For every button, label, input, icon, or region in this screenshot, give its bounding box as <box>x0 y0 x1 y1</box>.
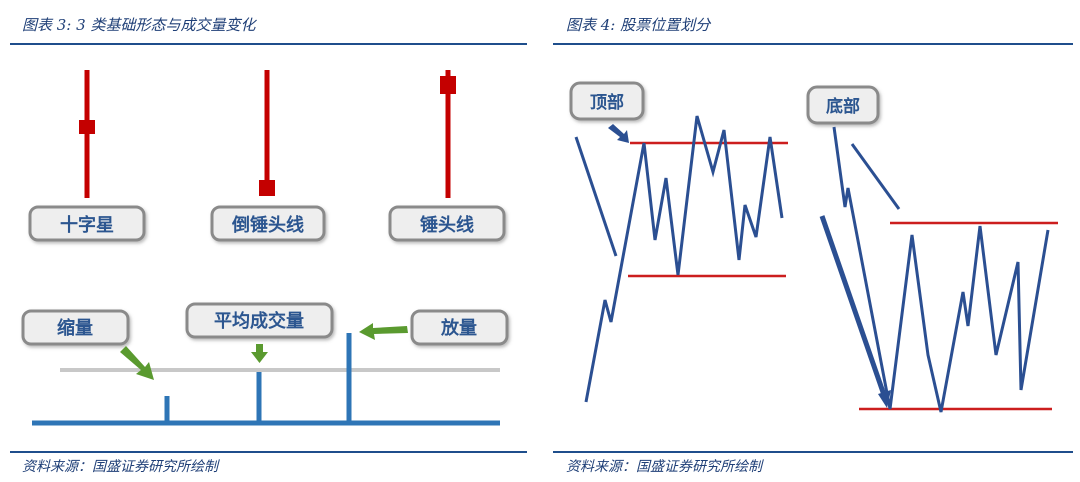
stock-position-diagram: 顶部 底部 <box>569 81 1058 413</box>
left-figure-panel: 图表 3: 3 类基础形态与成交量变化 十字星 倒锤头线 锤头线 缩量 平均成交… <box>0 0 535 482</box>
top-label: 顶部 <box>590 92 624 113</box>
bottom-trend-guide <box>850 143 901 210</box>
inverted-hammer-label: 倒锤头线 <box>231 214 304 236</box>
shrink-volume-label: 缩量 <box>57 317 93 339</box>
bottom-label-box: 底部 <box>806 85 880 125</box>
average-volume-label: 平均成交量 <box>214 310 304 332</box>
left-source-rule <box>10 451 527 453</box>
shrink-arrow <box>120 346 154 380</box>
average-arrow <box>251 344 268 363</box>
inverted-hammer-candle <box>259 70 275 196</box>
hammer-label: 锤头线 <box>420 214 474 236</box>
doji-candle <box>79 70 95 198</box>
top-price-path <box>584 115 784 403</box>
expand-volume-label: 放量 <box>440 317 477 339</box>
right-source-rule <box>553 451 1073 453</box>
candle-volume-diagram: 十字星 倒锤头线 锤头线 缩量 平均成交量 放量 <box>21 70 509 426</box>
shrink-volume-label-box: 缩量 <box>21 309 130 346</box>
bottom-label: 底部 <box>826 96 860 117</box>
average-volume-label-box: 平均成交量 <box>185 302 334 339</box>
inverted-hammer-label-box: 倒锤头线 <box>210 205 326 242</box>
hammer-label-box: 锤头线 <box>388 205 506 242</box>
bottom-decline-arrow-shaft <box>819 215 887 396</box>
expand-volume-label-box: 放量 <box>410 309 509 346</box>
doji-label-box: 十字星 <box>28 205 146 242</box>
bottom-price-path-1 <box>832 126 1050 413</box>
left-source-note: 资料来源：国盛证券研究所绘制 <box>22 459 218 475</box>
right-source-note: 资料来源：国盛证券研究所绘制 <box>566 459 762 475</box>
doji-label: 十字星 <box>60 214 114 236</box>
hammer-candle <box>440 70 456 198</box>
top-pointer-arrow <box>608 124 629 143</box>
top-trend-guide <box>574 136 618 257</box>
expand-arrow <box>359 323 408 340</box>
top-label-box: 顶部 <box>569 81 645 121</box>
right-figure-panel: 图表 4: 股票位置划分 顶部 底部 资料来源：国盛证券研究所绘制 <box>550 0 1080 482</box>
